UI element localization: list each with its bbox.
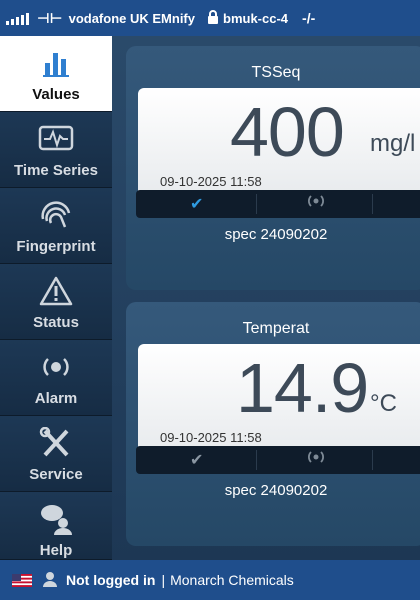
measurement-value: 14.9 [236, 349, 369, 427]
measurement-value-box[interactable]: 400 mg/l 09-10-2025 11:58 [138, 88, 420, 204]
sidebar-item-label: Time Series [14, 162, 98, 179]
measurement-value: 400 [230, 93, 345, 171]
sidebar-item-label: Fingerprint [16, 238, 96, 255]
antenna-icon: ⊣⊢ [37, 9, 63, 26]
spec-label: spec 24090202 [224, 482, 328, 499]
measurement-status-bar: ✔ [136, 446, 420, 474]
spec-label: spec 24090202 [224, 226, 328, 243]
footer-separator: | [161, 572, 166, 588]
login-status[interactable]: Not logged in [66, 572, 155, 588]
measurement-card-temperat: Temperat 14.9 °C 09-10-2025 11:58 ✔ spec… [126, 302, 420, 546]
status-divider [372, 194, 373, 214]
check-icon: ✔ [190, 196, 204, 213]
measurement-card-tssequ: TSSeq 400 mg/l 09-10-2025 11:58 ✔ spec 2… [126, 46, 420, 290]
disconnected-icon: -/- [302, 10, 316, 26]
help-user-icon [0, 502, 112, 536]
status-divider [372, 450, 373, 470]
bar-chart-icon [0, 46, 112, 80]
measurement-title: TSSeq [251, 64, 301, 81]
footer-bar: Not logged in | Monarch Chemicals [0, 560, 420, 600]
sidebar-nav: Values Time Series Fingerprint Status Al… [0, 36, 112, 560]
sidebar-item-label: Service [29, 466, 83, 483]
measurement-title: Temperat [242, 320, 310, 337]
alarm-broadcast-icon [0, 350, 112, 384]
sidebar-item-label: Values [32, 86, 80, 103]
values-panel: TSSeq 400 mg/l 09-10-2025 11:58 ✔ spec 2… [112, 36, 420, 560]
check-icon: ✔ [190, 452, 204, 469]
measurement-value-box[interactable]: 14.9 °C 09-10-2025 11:58 [138, 344, 420, 460]
sidebar-item-fingerprint[interactable]: Fingerprint [0, 188, 112, 264]
measurement-timestamp: 09-10-2025 11:58 [160, 174, 262, 189]
carrier-name: vodafone UK EMnify [68, 10, 195, 26]
us-flag-icon[interactable] [12, 573, 32, 587]
company-name: Monarch Chemicals [170, 572, 294, 588]
broadcast-icon [306, 194, 326, 213]
status-divider [256, 194, 257, 214]
signal-bars-icon [6, 11, 29, 25]
sidebar-item-service[interactable]: Service [0, 416, 112, 492]
measurement-unit: mg/l [370, 130, 416, 157]
sidebar-item-status[interactable]: Status [0, 264, 112, 340]
sidebar-item-time-series[interactable]: Time Series [0, 112, 112, 188]
status-divider [256, 450, 257, 470]
wrench-screwdriver-icon [0, 426, 112, 460]
lock-icon [207, 9, 219, 27]
sidebar-item-values[interactable]: Values [0, 36, 112, 112]
sidebar-item-label: Help [39, 542, 73, 559]
broadcast-icon [306, 450, 326, 469]
measurement-status-bar: ✔ [136, 190, 420, 218]
sidebar-item-alarm[interactable]: Alarm [0, 340, 112, 416]
sidebar-item-label: Alarm [34, 390, 78, 407]
sidebar-item-label: Status [33, 314, 79, 331]
warning-icon [0, 274, 112, 308]
user-icon[interactable] [42, 571, 58, 590]
measurement-unit: °C [370, 390, 397, 417]
device-name: bmuk-cc-4 [223, 10, 289, 26]
sidebar-item-help[interactable]: Help [0, 492, 112, 560]
status-bar: ⊣⊢ vodafone UK EMnify bmuk-cc-4 -/- [0, 0, 420, 36]
measurement-timestamp: 09-10-2025 11:58 [160, 430, 262, 445]
waveform-monitor-icon [0, 122, 112, 156]
fingerprint-icon [0, 198, 112, 232]
